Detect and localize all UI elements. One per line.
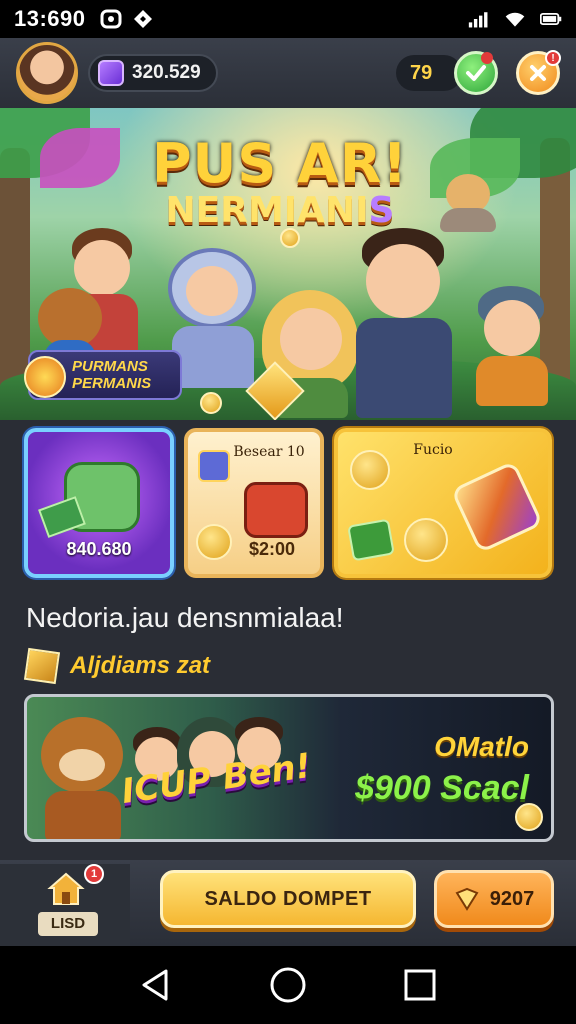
signal-icon [468,8,490,30]
hero-title-line2: NERMIANIS [150,192,410,230]
promo-line2: $900 Scacl [355,769,529,807]
recents-button[interactable] [398,963,442,1007]
counter-pill: 79 [396,55,462,91]
hero-title-line1: PUS AR! [151,132,409,195]
character-flying-cat [436,174,500,234]
coin-icon [280,228,300,248]
check-icon [466,65,486,81]
reward-card-3-label: Fucio [413,442,453,458]
home-circle-icon [270,967,306,1003]
coins-button[interactable]: 9207 [434,870,554,928]
hero-title: PUS AR! NERMIANIS [150,136,410,230]
reward-card-1[interactable]: 840.680 [24,428,174,578]
hero-banner[interactable]: PUS AR! NERMIANIS PURMANS PERMANIS [0,108,576,420]
hero-banner-line1: PURMANS [72,358,148,375]
back-icon [142,969,168,1001]
message-section: Nedoria.jau densnmialaa! Aljdiams zat [0,590,576,690]
star-emblem-icon [24,356,66,398]
reward-cards: 840.680 Besear 10 $2:00 Fucio [0,420,576,590]
reward-card-1-value: 840.680 [66,539,132,559]
balance-pill[interactable]: 320.529 [88,54,218,92]
character-boy-center [346,228,466,418]
close-icon [530,65,546,81]
wifi-icon [504,8,526,30]
hero-title-line2-end: S [368,190,395,231]
toy-truck-icon [244,482,308,538]
coin-icon [404,518,448,562]
coin-icon [350,450,390,490]
system-nav-bar [0,946,576,1024]
home-tab-label: LISD [38,912,98,936]
notification-icon [100,8,122,30]
promo-banner[interactable]: ICUP Ben! OMatlo $900 Scacl [24,694,554,842]
battery-icon [540,8,562,30]
avatar[interactable] [16,42,78,104]
home-badge: 1 [84,864,104,884]
palm-leaf [40,128,120,188]
reward-card-2-label: Besear 10 [233,444,305,460]
character-bear [37,711,127,839]
hero-banner-line2: PERMANIS [72,375,152,392]
treasure-icon [450,460,544,554]
hero-title-line2-main: NERMIANI [165,190,369,231]
saldo-dompet-button[interactable]: SALDO DOMPET [160,870,416,928]
coin-icon [200,392,222,414]
back-button[interactable] [134,963,178,1007]
cash-bundle-icon [347,518,395,562]
bottom-action-bar: 1 LISD SALDO DOMPET 9207 [0,860,576,946]
close-button[interactable]: ! [516,50,561,95]
message-headline: Nedoria.jau densnmialaa! [26,602,344,633]
promo-line1: OMatlo [434,731,529,762]
message-subheading-text: Aljdiams zat [70,652,211,679]
balance-value: 320.529 [132,62,201,83]
app-header: 320.529 79 ! [0,38,576,108]
recents-icon [404,969,436,1001]
check-button[interactable] [454,51,498,95]
status-bar: 13:690 [0,0,576,38]
house-icon [47,872,85,905]
home-button[interactable] [266,963,310,1007]
notification-badge: ! [545,50,561,66]
hero-sub-banner[interactable]: PURMANS PERMANIS [24,350,182,400]
gift-box-icon [23,647,61,685]
coins-icon [455,887,479,911]
gem-icon [98,60,124,86]
reward-card-2[interactable]: Besear 10 $2:00 [184,428,324,578]
coins-value: 9207 [489,887,535,910]
coin-icon [515,803,543,831]
message-subheading[interactable]: Aljdiams zat [23,647,211,685]
tab-home[interactable]: 1 LISD [0,864,130,946]
reward-card-3[interactable]: Fucio [334,428,552,578]
character-boy-right [474,286,554,406]
location-icon [132,8,154,30]
reward-card-2-value: $2:00 [248,539,296,559]
promo-section: ICUP Ben! OMatlo $900 Scacl [0,690,576,860]
status-time: 13:690 [14,6,86,31]
notification-dot [481,52,493,64]
